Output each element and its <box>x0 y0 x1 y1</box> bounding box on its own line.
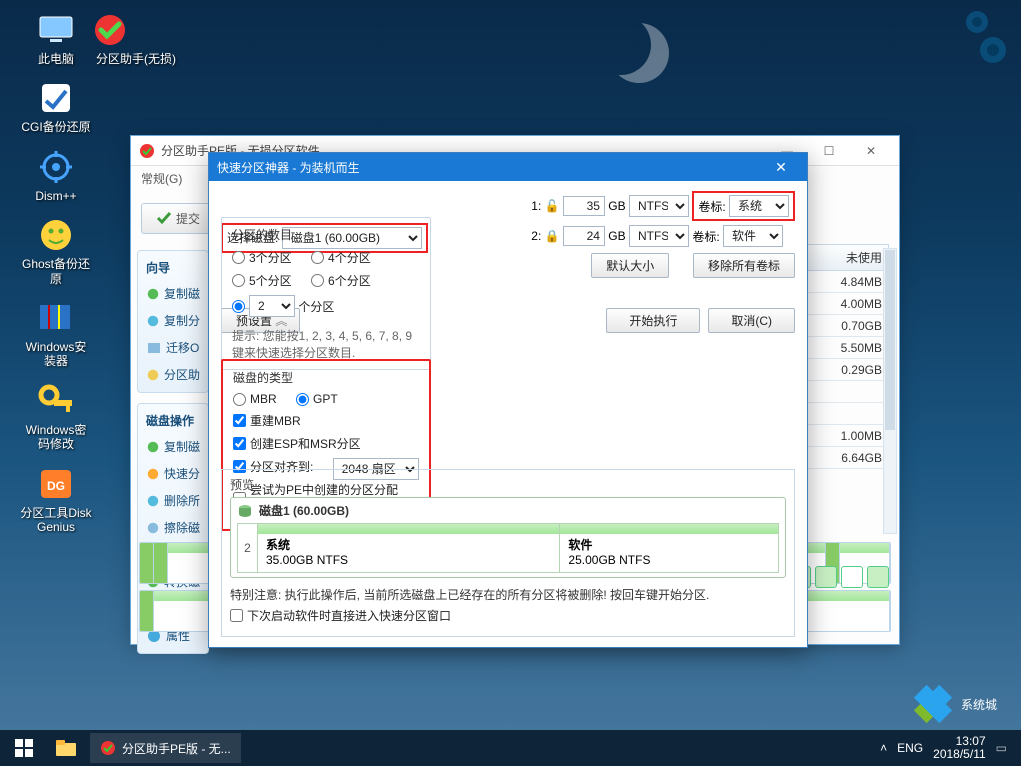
cancel-button[interactable]: 取消(C) <box>708 308 795 333</box>
tray-notifications-icon[interactable]: ▭ <box>996 741 1007 755</box>
desktop-icon-cgi-backup[interactable]: CGI备份还原 <box>20 80 92 134</box>
preview-partition-2[interactable]: 软件 25.00GB NTFS <box>560 524 778 572</box>
row2-index: 2: <box>531 229 541 243</box>
desktop-icon-win-pwd[interactable]: Windows密码修改 <box>20 383 92 452</box>
part-count-title: 分区的数目 <box>232 226 420 243</box>
radio-gpt[interactable]: GPT <box>296 392 338 406</box>
close-button[interactable]: ✕ <box>851 139 891 163</box>
default-size-button[interactable]: 默认大小 <box>591 253 669 278</box>
tray-clock[interactable]: 13:07 2018/5/11 <box>933 735 986 761</box>
desktop-icon-win-installer[interactable]: Windows安装器 <box>20 300 92 369</box>
diskop-item[interactable]: 复制磁 <box>138 433 208 460</box>
preview-title: 预览 <box>230 476 786 493</box>
unlock-icon[interactable]: 🔓 <box>545 199 560 213</box>
radio-mbr[interactable]: MBR <box>233 392 277 406</box>
row2-label-select[interactable]: 软件 <box>723 225 783 247</box>
row1-index: 1: <box>531 199 541 213</box>
custom-parts-select[interactable]: 2 <box>249 295 295 317</box>
desktop-icon-dism[interactable]: Dism++ <box>20 149 92 203</box>
row1-fs-select[interactable]: NTFS <box>629 195 689 217</box>
desktop-icon-ghost-backup[interactable]: Ghost备份还原 <box>20 217 92 286</box>
warning-note: 特别注意: 执行此操作后, 当前所选磁盘上已经存在的所有分区将被删除! 按回车键… <box>230 586 786 603</box>
preview-partition-1[interactable]: 系统 35.00GB NTFS <box>258 524 560 572</box>
radio-4parts[interactable]: 4个分区 <box>311 249 371 266</box>
check-create-esp[interactable]: 创建ESP和MSR分区 <box>233 435 361 452</box>
desktop-icon-diskgenius[interactable]: DG分区工具DiskGenius <box>20 466 92 535</box>
svg-text:DG: DG <box>47 479 65 493</box>
disk-type-title: 磁盘的类型 <box>233 369 419 386</box>
wizard-item[interactable]: 分区助 <box>138 361 208 388</box>
maximize-button[interactable]: ☐ <box>809 139 849 163</box>
radio-5parts[interactable]: 5个分区 <box>232 272 292 289</box>
check-next-launch[interactable]: 下次启动软件时直接进入快速分区窗口 <box>230 607 451 624</box>
menu-general[interactable]: 常规(G) <box>141 172 182 186</box>
disk-icon <box>237 503 253 519</box>
row1-size-input[interactable] <box>563 196 605 216</box>
dialog-close-icon[interactable]: ✕ <box>763 159 799 176</box>
desktop-icon-partition-assist[interactable]: 分区助手(无损) <box>92 12 180 66</box>
app-icon <box>139 143 155 159</box>
wizard-panel: 向导 复制磁 复制分 迁移O 分区助 <box>137 250 209 393</box>
radio-6parts[interactable]: 6个分区 <box>311 272 371 289</box>
taskbar-explorer-icon[interactable] <box>46 733 86 763</box>
radio-custom-parts[interactable]: 2 个分区 <box>232 295 334 317</box>
start-button[interactable] <box>6 734 42 762</box>
dialog-title: 快速分区神器 - 为装机而生 <box>217 159 360 176</box>
lock-icon[interactable]: 🔒 <box>545 229 560 243</box>
row1-label-select[interactable]: 系统 <box>729 195 789 217</box>
tray-up-icon[interactable]: ˄ <box>880 741 887 755</box>
wizard-item[interactable]: 复制磁 <box>138 280 208 307</box>
vertical-scrollbar[interactable] <box>883 248 897 534</box>
tray-ime[interactable]: ENG <box>897 741 923 755</box>
desktop-icon-this-pc[interactable]: 此电脑 <box>20 12 92 66</box>
quick-partition-dialog: 快速分区神器 - 为装机而生 ✕ 选择磁盘: 磁盘1 (60.00GB) 1: … <box>208 152 808 648</box>
remove-labels-button[interactable]: 移除所有卷标 <box>693 253 795 278</box>
xitongcheng-logo: 系统城 <box>913 684 997 724</box>
submit-button[interactable]: 提交 <box>141 203 215 234</box>
check-rebuild-mbr[interactable]: 重建MBR <box>233 412 301 429</box>
diskop-item[interactable]: 删除所 <box>138 487 208 514</box>
bgwin-right-column: 未使用 4.84MB 4.00MB 0.70GB 5.50MB 0.29GB 1… <box>803 244 889 469</box>
row2-size-input[interactable] <box>563 226 605 246</box>
wizard-item[interactable]: 复制分 <box>138 307 208 334</box>
taskbar-running-app[interactable]: 分区助手PE版 - 无... <box>90 733 241 763</box>
diskop-item[interactable]: 快速分 <box>138 460 208 487</box>
preview-index: 2 <box>238 524 258 572</box>
row1-label-group: 卷标: 系统 <box>692 191 795 221</box>
taskbar: 分区助手PE版 - 无... ˄ ENG 13:07 2018/5/11 ▭ <box>0 730 1021 766</box>
radio-3parts[interactable]: 3个分区 <box>232 249 292 266</box>
start-button[interactable]: 开始执行 <box>606 308 700 333</box>
wizard-item[interactable]: 迁移O <box>138 334 208 361</box>
row2-fs-select[interactable]: NTFS <box>629 225 689 247</box>
hint-text: 提示: 您能按1, 2, 3, 4, 5, 6, 7, 8, 9键来快速选择分区… <box>232 327 420 361</box>
desktop-gears-widget <box>963 6 1015 70</box>
preview-disk-box: 磁盘1 (60.00GB) 2 系统 35.00GB NTFS 软件 25.00… <box>230 497 786 578</box>
